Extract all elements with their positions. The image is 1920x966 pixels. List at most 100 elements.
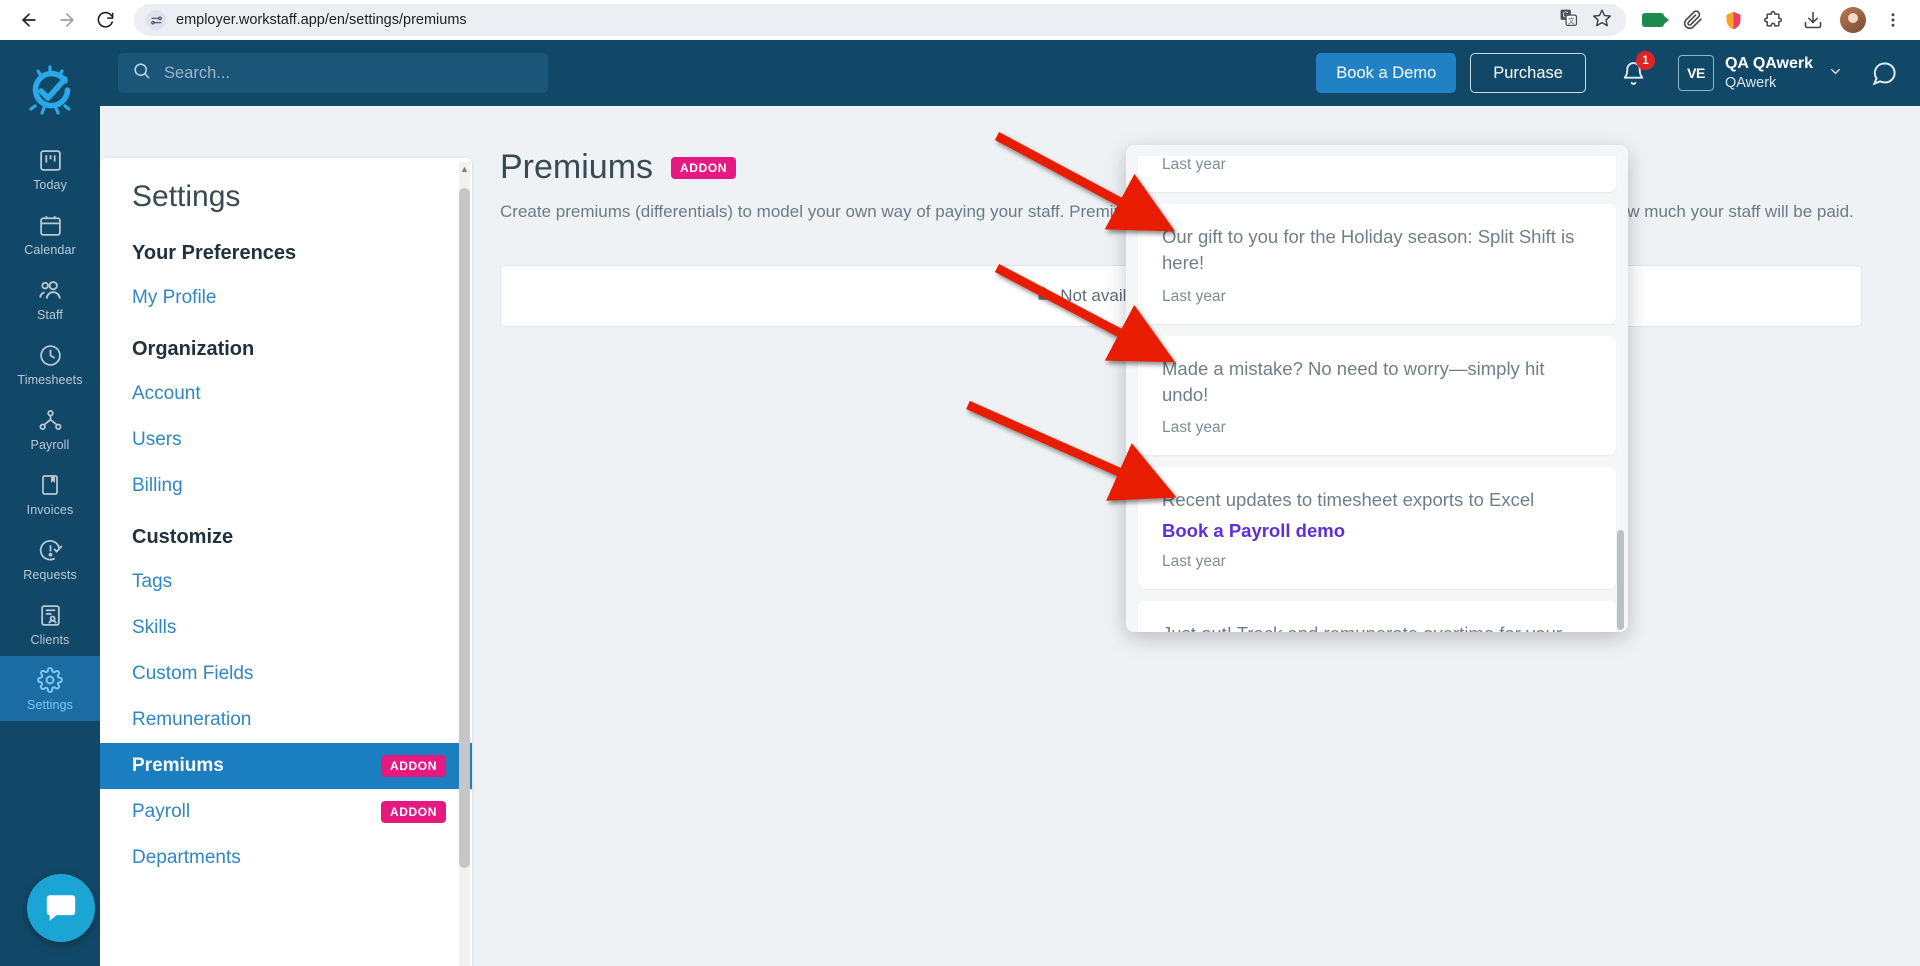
menu-kebab-icon[interactable]: [1878, 5, 1908, 35]
primary-sidebar: Today Calendar Staff Timesheets Payroll: [0, 40, 100, 966]
sidebar-item-staff[interactable]: Staff: [0, 266, 100, 331]
profile-avatar-icon[interactable]: [1838, 5, 1868, 35]
today-board-icon: [38, 147, 63, 173]
nav-label: Custom Fields: [132, 663, 254, 684]
calendar-icon: [38, 212, 63, 238]
forward-button[interactable]: [50, 3, 84, 37]
sidebar-item-payroll[interactable]: Payroll: [0, 396, 100, 461]
news-text: Recent updates to timesheet exports to E…: [1162, 489, 1535, 511]
lock-icon: [1036, 285, 1051, 307]
scrollbar-thumb[interactable]: [459, 188, 470, 868]
invoice-book-icon: [38, 472, 62, 498]
settings-panel-scrollbar[interactable]: ▲ ▼: [459, 162, 470, 966]
sidebar-item-requests[interactable]: Requests: [0, 526, 100, 591]
workstaff-logo[interactable]: [21, 62, 79, 120]
clients-document-icon: [38, 602, 63, 628]
user-org: QAwerk: [1724, 74, 1777, 91]
video-record-icon[interactable]: [1638, 5, 1669, 35]
settings-nav-payroll[interactable]: Payroll ADDON: [100, 789, 472, 835]
news-item[interactable]: Recent updates to timesheet exports to E…: [1138, 467, 1616, 590]
settings-nav-departments[interactable]: Departments: [100, 835, 472, 881]
sidebar-item-invoices[interactable]: Invoices: [0, 461, 100, 526]
settings-nav-premiums[interactable]: Premiums ADDON: [100, 743, 472, 789]
nav-label: Billing: [132, 475, 183, 496]
page-info-icon[interactable]: [146, 10, 166, 30]
nav-label: Tags: [132, 571, 173, 592]
extensions-icon[interactable]: [1758, 5, 1788, 35]
settings-group-heading: Customize: [132, 526, 234, 548]
nav-label: Payroll: [132, 801, 191, 822]
settings-nav-panel: Settings Your Preferences My Profile Org…: [100, 158, 472, 966]
settings-nav-remuneration[interactable]: Remuneration: [100, 697, 472, 743]
news-text: Our gift to you for the Holiday season: …: [1162, 226, 1575, 274]
reload-button[interactable]: [88, 3, 122, 37]
news-scrollbar[interactable]: [1617, 155, 1624, 630]
settings-nav-account[interactable]: Account: [100, 371, 472, 417]
sidebar-item-calendar[interactable]: Calendar: [0, 201, 100, 266]
chat-widget-button[interactable]: [27, 874, 95, 942]
sidebar-item-clients[interactable]: Clients: [0, 591, 100, 656]
gear-icon: [37, 667, 63, 693]
support-chat-icon[interactable]: [1871, 60, 1898, 87]
nav-label: Premiums: [132, 755, 224, 776]
sidebar-label: Payroll: [30, 438, 70, 452]
book-demo-button[interactable]: Book a Demo: [1316, 53, 1457, 93]
news-text: Just out! Track and remunerate overtime …: [1162, 621, 1592, 632]
news-date: Last year: [1162, 287, 1226, 305]
avatar: VE: [1677, 55, 1714, 91]
nav-label: Skills: [132, 617, 177, 638]
settings-nav-tags[interactable]: Tags: [100, 559, 472, 605]
settings-nav-my-profile[interactable]: My Profile: [100, 275, 472, 321]
news-item[interactable]: Made a mistake? No need to worry—simply …: [1138, 335, 1616, 456]
address-bar[interactable]: employer.workstaff.app/en/settings/premi…: [134, 4, 1626, 36]
payroll-network-icon: [38, 407, 63, 433]
news-list: Last year Our gift to you for the Holida…: [1126, 156, 1628, 632]
bookmark-star-icon[interactable]: [1592, 8, 1612, 33]
user-name: QA QAwerk: [1724, 54, 1813, 72]
news-popup-panel: Last year Our gift to you for the Holida…: [1126, 145, 1628, 632]
translate-icon[interactable]: G文: [1559, 8, 1578, 32]
sidebar-item-settings[interactable]: Settings: [0, 656, 100, 721]
news-text: Made a mistake? No need to worry—simply …: [1162, 357, 1545, 405]
sidebar-item-timesheets[interactable]: Timesheets: [0, 331, 100, 396]
scroll-up-arrow-icon[interactable]: ▲: [459, 162, 470, 176]
addon-badge: ADDON: [381, 801, 446, 823]
news-item[interactable]: Just out! Track and remunerate overtime …: [1138, 601, 1616, 632]
settings-nav-billing[interactable]: Billing: [100, 463, 472, 509]
addon-badge: ADDON: [381, 755, 446, 777]
nav-label: Remuneration: [132, 709, 252, 730]
chevron-down-icon: [1828, 64, 1843, 82]
search-input[interactable]: [164, 63, 534, 83]
shield-icon[interactable]: [1718, 5, 1748, 35]
premiums-heading: Premiums: [500, 148, 654, 186]
settings-nav-users[interactable]: Users: [100, 417, 472, 463]
nav-label: My Profile: [132, 287, 217, 308]
nav-label: Account: [132, 383, 201, 404]
app-root: Today Calendar Staff Timesheets Payroll: [0, 40, 1920, 966]
news-item[interactable]: Last year: [1138, 156, 1616, 192]
settings-nav-custom-fields[interactable]: Custom Fields: [100, 651, 472, 697]
notifications-button[interactable]: 1: [1620, 51, 1655, 88]
sidebar-label: Requests: [23, 568, 77, 582]
user-menu[interactable]: VE QA QAwerk QAwerk: [1677, 54, 1843, 92]
back-button[interactable]: [12, 3, 46, 37]
settings-group-heading: Organization: [132, 338, 255, 360]
paperclip-icon[interactable]: [1678, 5, 1708, 35]
download-icon[interactable]: [1798, 5, 1828, 35]
scrollbar-thumb[interactable]: [1617, 530, 1624, 630]
news-item[interactable]: Our gift to you for the Holiday season: …: [1138, 204, 1616, 324]
purchase-button[interactable]: Purchase: [1470, 53, 1586, 93]
news-date: Last year: [1162, 553, 1226, 571]
search-box[interactable]: [118, 53, 548, 93]
staff-people-icon: [37, 277, 63, 303]
settings-nav-skills[interactable]: Skills: [100, 605, 472, 651]
browser-toolbar-right: [1638, 5, 1908, 35]
svg-text:文: 文: [1568, 16, 1575, 25]
news-date: Last year: [1162, 419, 1226, 437]
requests-alert-icon: [38, 537, 63, 563]
book-payroll-demo-link[interactable]: Book a Payroll demo: [1162, 520, 1592, 542]
sidebar-item-today[interactable]: Today: [0, 136, 100, 201]
search-icon: [132, 61, 151, 85]
sidebar-label: Invoices: [26, 503, 74, 517]
nav-label: Users: [132, 429, 182, 450]
